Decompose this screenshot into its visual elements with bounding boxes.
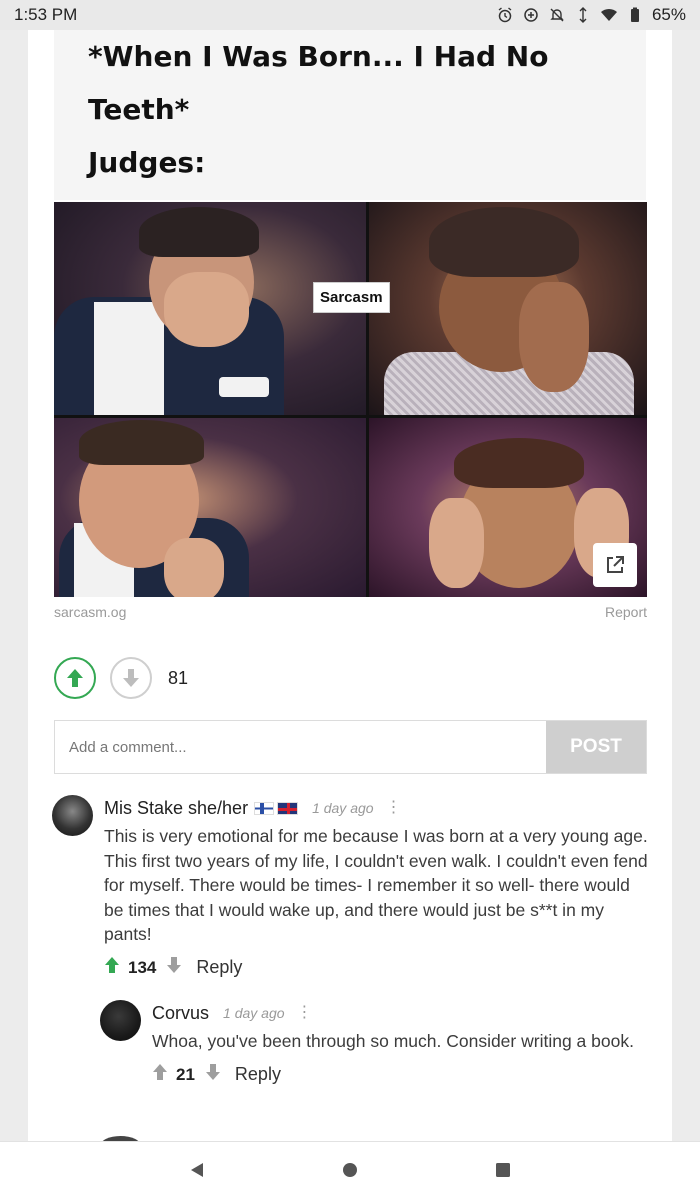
comment-actions: 21 Reply bbox=[152, 1062, 652, 1088]
comment-input[interactable] bbox=[55, 721, 546, 773]
comment-actions: 134 Reply bbox=[104, 955, 652, 981]
arrow-down-icon bbox=[123, 669, 139, 687]
meme-panel-bottom-left bbox=[54, 418, 366, 597]
image-source-row: sarcasm.og Report bbox=[54, 604, 647, 622]
report-link[interactable]: Report bbox=[605, 604, 647, 620]
comment-body: Mis Stake she/her 1 day ago ⋮ This is ve… bbox=[104, 795, 652, 981]
post-title-line-1: *When I Was Born... I Had No bbox=[88, 40, 549, 73]
home-icon[interactable] bbox=[338, 1158, 362, 1182]
status-bar: 1:53 PM 65% bbox=[0, 0, 700, 30]
comment-text: This is very emotional for me because I … bbox=[104, 826, 648, 944]
image-source-link[interactable]: sarcasm.og bbox=[54, 604, 126, 620]
meme-panel-top-right bbox=[369, 202, 647, 415]
back-icon[interactable] bbox=[185, 1158, 209, 1182]
comment-score: 134 bbox=[128, 957, 157, 977]
uk-flag-icon bbox=[277, 801, 299, 815]
system-nav-bar bbox=[0, 1141, 700, 1197]
reply-button[interactable]: Reply bbox=[235, 1064, 281, 1085]
reply-button[interactable]: Reply bbox=[196, 957, 242, 978]
comment-upvote-icon[interactable] bbox=[104, 956, 120, 979]
post-title-line-2: Teeth* bbox=[88, 93, 190, 126]
alarm-icon bbox=[496, 6, 514, 24]
comment-score: 21 bbox=[176, 1064, 195, 1084]
comment-form: POST bbox=[54, 720, 647, 774]
vibrate-icon bbox=[574, 6, 592, 24]
downvote-button[interactable] bbox=[110, 657, 152, 699]
post-title: *When I Was Born... I Had No Teeth* Judg… bbox=[54, 30, 646, 200]
comment-time: 1 day ago bbox=[223, 1005, 285, 1021]
battery-percent: 65% bbox=[651, 5, 686, 24]
comment-downvote-icon[interactable] bbox=[166, 956, 182, 979]
open-external-button[interactable] bbox=[593, 543, 637, 587]
wifi-icon bbox=[600, 6, 618, 24]
avatar[interactable] bbox=[100, 1000, 141, 1041]
comment-author[interactable]: Corvus bbox=[152, 1003, 209, 1024]
battery-icon bbox=[626, 6, 644, 24]
comment-body: Corvus 1 day ago ⋮ Whoa, you've been thr… bbox=[152, 1000, 652, 1088]
post-page: *When I Was Born... I Had No Teeth* Judg… bbox=[28, 30, 672, 1141]
post-vote-count: 81 bbox=[168, 667, 189, 688]
more-options-icon[interactable]: ⋮ bbox=[386, 800, 402, 816]
comment-time: 1 day ago bbox=[312, 800, 374, 816]
status-time: 1:53 PM bbox=[14, 5, 78, 24]
comment-header: Corvus 1 day ago ⋮ bbox=[152, 1000, 652, 1026]
post-comment-button[interactable]: POST bbox=[546, 721, 646, 773]
comment-text: Whoa, you've been through so much. Consi… bbox=[152, 1031, 634, 1051]
meme-image[interactable]: Sarcasm bbox=[54, 202, 647, 597]
more-options-icon[interactable]: ⋮ bbox=[297, 1005, 313, 1021]
status-icons: 65% bbox=[496, 5, 686, 25]
finland-flag-icon bbox=[254, 801, 275, 815]
comment-header: Mis Stake she/her 1 day ago ⋮ bbox=[104, 795, 652, 821]
upvote-button[interactable] bbox=[54, 657, 96, 699]
comment-downvote-icon[interactable] bbox=[205, 1063, 221, 1086]
post-title-line-3: Judges: bbox=[88, 146, 206, 179]
open-external-icon bbox=[607, 556, 624, 573]
comment-author[interactable]: Mis Stake she/her bbox=[104, 798, 248, 819]
notifications-off-icon bbox=[548, 6, 566, 24]
comment-upvote-icon[interactable] bbox=[152, 1063, 168, 1086]
data-saver-icon bbox=[522, 6, 540, 24]
avatar[interactable] bbox=[52, 795, 93, 836]
arrow-up-icon bbox=[67, 669, 83, 687]
recents-icon[interactable] bbox=[491, 1158, 515, 1182]
post-vote-row: 81 bbox=[54, 657, 647, 699]
meme-caption-label: Sarcasm bbox=[313, 282, 390, 313]
